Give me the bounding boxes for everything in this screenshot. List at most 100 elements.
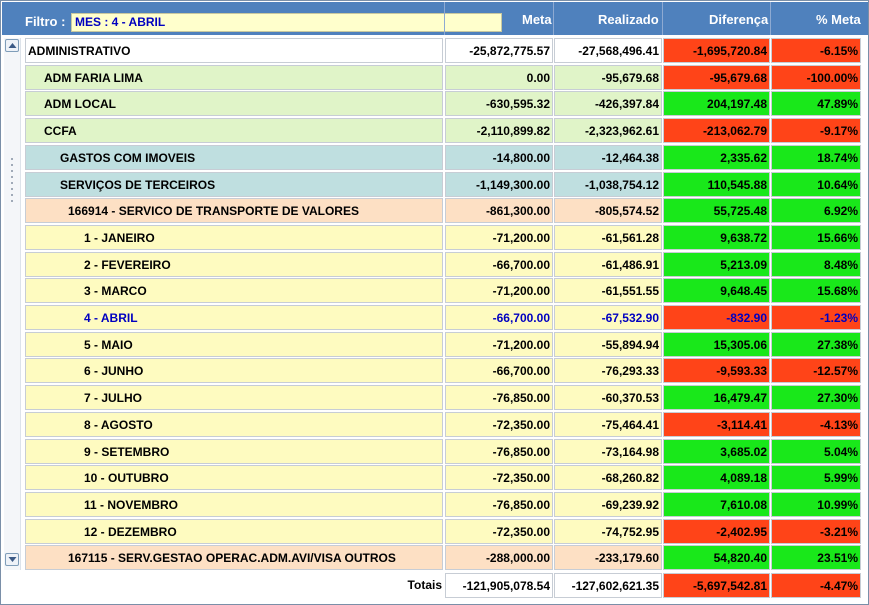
row-pct-cell[interactable]: 18.74% <box>771 145 861 170</box>
row-realizado-cell[interactable]: -27,568,496.41 <box>554 38 662 63</box>
row-realizado-cell[interactable]: -74,752.95 <box>554 519 662 544</box>
row-name-cell[interactable]: 1 - JANEIRO <box>25 225 443 250</box>
row-meta-cell[interactable]: -71,200.00 <box>445 225 553 250</box>
row-pct-cell[interactable]: -9.17% <box>771 118 861 143</box>
row-realizado-cell[interactable]: -1,038,754.12 <box>554 172 662 197</box>
row-diferenca-cell[interactable]: 15,305.06 <box>663 332 770 357</box>
row-name-cell[interactable]: 6 - JUNHO <box>25 358 443 383</box>
row-meta-cell[interactable]: -71,200.00 <box>445 332 553 357</box>
row-realizado-cell[interactable]: -61,551.55 <box>554 278 662 303</box>
row-pct-cell[interactable]: -6.15% <box>771 38 861 63</box>
row-pct-cell[interactable]: 10.64% <box>771 172 861 197</box>
row-name-cell[interactable]: ADM FARIA LIMA <box>25 65 443 90</box>
row-realizado-cell[interactable]: -55,894.94 <box>554 332 662 357</box>
row-meta-cell[interactable]: -76,850.00 <box>445 492 553 517</box>
row-realizado-cell[interactable]: -69,239.92 <box>554 492 662 517</box>
row-pct-cell[interactable]: 15.66% <box>771 225 861 250</box>
row-diferenca-cell[interactable]: -213,062.79 <box>663 118 770 143</box>
row-meta-cell[interactable]: -76,850.00 <box>445 439 553 464</box>
row-pct-cell[interactable]: 15.68% <box>771 278 861 303</box>
row-meta-cell[interactable]: -72,350.00 <box>445 465 553 490</box>
row-name-cell[interactable]: 3 - MARCO <box>25 278 443 303</box>
row-realizado-cell[interactable]: -2,323,962.61 <box>554 118 662 143</box>
row-meta-cell[interactable]: -76,850.00 <box>445 385 553 410</box>
row-diferenca-cell[interactable]: 2,335.62 <box>663 145 770 170</box>
row-name-cell[interactable]: ADMINISTRATIVO <box>25 38 443 63</box>
row-meta-cell[interactable]: -2,110,899.82 <box>445 118 553 143</box>
row-meta-cell[interactable]: -72,350.00 <box>445 412 553 437</box>
row-pct-cell[interactable]: 47.89% <box>771 91 861 116</box>
row-realizado-cell[interactable]: -426,397.84 <box>554 91 662 116</box>
row-name-cell[interactable]: 8 - AGOSTO <box>25 412 443 437</box>
row-name-cell[interactable]: 167115 - SERV.GESTAO OPERAC.ADM.AVI/VISA… <box>25 545 443 570</box>
row-name-cell[interactable]: 5 - MAIO <box>25 332 443 357</box>
row-diferenca-cell[interactable]: 204,197.48 <box>663 91 770 116</box>
column-header-realizado[interactable]: Realizado <box>598 2 659 35</box>
row-pct-cell[interactable]: 27.38% <box>771 332 861 357</box>
row-diferenca-cell[interactable]: -95,679.68 <box>663 65 770 90</box>
row-name-cell[interactable]: 12 - DEZEMBRO <box>25 519 443 544</box>
row-diferenca-cell[interactable]: -832.90 <box>663 305 770 330</box>
row-meta-cell[interactable]: 0.00 <box>445 65 553 90</box>
row-realizado-cell[interactable]: -60,370.53 <box>554 385 662 410</box>
row-meta-cell[interactable]: -25,872,775.57 <box>445 38 553 63</box>
row-name-cell[interactable]: 4 - ABRIL <box>25 305 443 330</box>
row-diferenca-cell[interactable]: 9,638.72 <box>663 225 770 250</box>
row-diferenca-cell[interactable]: 110,545.88 <box>663 172 770 197</box>
row-realizado-cell[interactable]: -12,464.38 <box>554 145 662 170</box>
row-meta-cell[interactable]: -66,700.00 <box>445 252 553 277</box>
row-diferenca-cell[interactable]: -9,593.33 <box>663 358 770 383</box>
row-meta-cell[interactable]: -861,300.00 <box>445 198 553 223</box>
row-name-cell[interactable]: GASTOS COM IMOVEIS <box>25 145 443 170</box>
row-realizado-cell[interactable]: -76,293.33 <box>554 358 662 383</box>
row-diferenca-cell[interactable]: 3,685.02 <box>663 439 770 464</box>
column-header-pct-meta[interactable]: % Meta <box>816 2 861 35</box>
row-meta-cell[interactable]: -288,000.00 <box>445 545 553 570</box>
row-diferenca-cell[interactable]: 5,213.09 <box>663 252 770 277</box>
row-pct-cell[interactable]: 8.48% <box>771 252 861 277</box>
row-realizado-cell[interactable]: -67,532.90 <box>554 305 662 330</box>
row-pct-cell[interactable]: 27.30% <box>771 385 861 410</box>
row-meta-cell[interactable]: -72,350.00 <box>445 519 553 544</box>
row-meta-cell[interactable]: -71,200.00 <box>445 278 553 303</box>
row-realizado-cell[interactable]: -68,260.82 <box>554 465 662 490</box>
row-pct-cell[interactable]: 5.99% <box>771 465 861 490</box>
row-meta-cell[interactable]: -1,149,300.00 <box>445 172 553 197</box>
row-meta-cell[interactable]: -66,700.00 <box>445 305 553 330</box>
row-diferenca-cell[interactable]: -2,402.95 <box>663 519 770 544</box>
row-diferenca-cell[interactable]: 55,725.48 <box>663 198 770 223</box>
row-diferenca-cell[interactable]: -1,695,720.84 <box>663 38 770 63</box>
row-realizado-cell[interactable]: -73,164.98 <box>554 439 662 464</box>
row-name-cell[interactable]: 9 - SETEMBRO <box>25 439 443 464</box>
column-header-diferenca[interactable]: Diferença <box>709 2 768 35</box>
row-realizado-cell[interactable]: -61,486.91 <box>554 252 662 277</box>
row-realizado-cell[interactable]: -61,561.28 <box>554 225 662 250</box>
scroll-down-button[interactable] <box>5 553 19 566</box>
row-name-cell[interactable]: ADM LOCAL <box>25 91 443 116</box>
row-pct-cell[interactable]: 5.04% <box>771 439 861 464</box>
row-pct-cell[interactable]: 10.99% <box>771 492 861 517</box>
row-pct-cell[interactable]: -3.21% <box>771 519 861 544</box>
row-pct-cell[interactable]: 6.92% <box>771 198 861 223</box>
row-realizado-cell[interactable]: -95,679.68 <box>554 65 662 90</box>
row-realizado-cell[interactable]: -805,574.52 <box>554 198 662 223</box>
row-diferenca-cell[interactable]: 16,479.47 <box>663 385 770 410</box>
row-name-cell[interactable]: 7 - JULHO <box>25 385 443 410</box>
row-diferenca-cell[interactable]: 54,820.40 <box>663 545 770 570</box>
row-name-cell[interactable]: 2 - FEVEREIRO <box>25 252 443 277</box>
row-name-cell[interactable]: 166914 - SERVICO DE TRANSPORTE DE VALORE… <box>25 198 443 223</box>
row-name-cell[interactable]: SERVIÇOS DE TERCEIROS <box>25 172 443 197</box>
row-name-cell[interactable]: 11 - NOVEMBRO <box>25 492 443 517</box>
row-pct-cell[interactable]: -12.57% <box>771 358 861 383</box>
row-realizado-cell[interactable]: -233,179.60 <box>554 545 662 570</box>
row-pct-cell[interactable]: -1.23% <box>771 305 861 330</box>
row-diferenca-cell[interactable]: 4,089.18 <box>663 465 770 490</box>
row-diferenca-cell[interactable]: 7,610.08 <box>663 492 770 517</box>
row-diferenca-cell[interactable]: -3,114.41 <box>663 412 770 437</box>
row-name-cell[interactable]: CCFA <box>25 118 443 143</box>
row-meta-cell[interactable]: -630,595.32 <box>445 91 553 116</box>
column-header-meta[interactable]: Meta <box>522 2 552 35</box>
row-realizado-cell[interactable]: -75,464.41 <box>554 412 662 437</box>
row-pct-cell[interactable]: -100.00% <box>771 65 861 90</box>
row-diferenca-cell[interactable]: 9,648.45 <box>663 278 770 303</box>
